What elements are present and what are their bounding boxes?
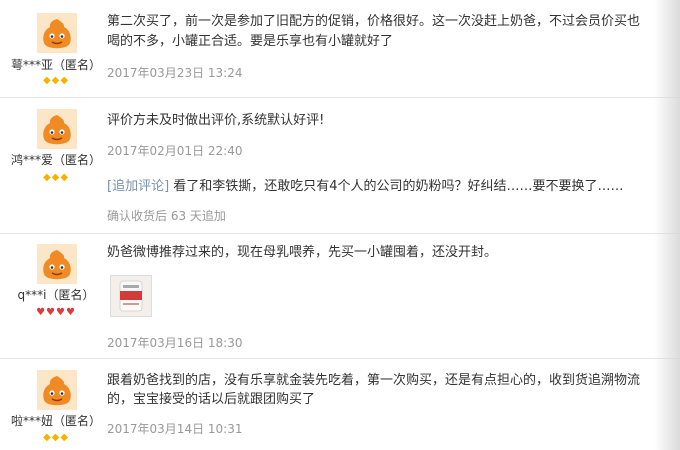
username: q***i（匿名） [17,288,95,302]
append-comment-text: 看了和李铁撕，还敢吃只有4个人的公司的奶粉吗？好纠结……要不要换了…… [169,179,624,194]
review-text: 喝的不多，小罐正合适。要是乐享也有小罐就好了 [107,34,394,49]
avatar-icon[interactable] [37,109,77,149]
review-item: q***i（匿名） ♥♥♥♥ 奶爸微博推荐过来的，现在母乳喂养，先买一小罐囤着，… [0,234,680,359]
review-date: 2017年03月16日 18:30 [107,336,243,350]
member-rank-icon: ♥♥♥♥ [36,307,76,318]
milk-can-image [111,276,151,316]
review-text: 评价方未及时做出评价,系统默认好评! [107,113,325,128]
review-date: 2017年02月01日 22:40 [107,144,243,158]
avatar-icon[interactable] [37,370,77,410]
username: 啦***妞（匿名） [10,414,101,428]
review-text: 跟着奶爸找到的店，没有乐享就金装先吃着，第一次购买，还是有点担心的，收到货追溯物… [107,373,641,388]
member-rank-icon: ◆◆◆ [42,172,70,183]
review-text: 第二次买了，前一次是参加了旧配方的促销，价格很好。这一次没赶上奶爸，不过会员价买… [107,14,641,29]
member-rank-icon: ◆◆◆ [42,432,70,443]
review-item: 啦***妞（匿名） ◆◆◆ 跟着奶爸找到的店，没有乐享就金装先吃着，第一次购买，… [0,359,680,450]
avatar-icon[interactable] [37,13,77,53]
member-rank-icon: ◆◆◆ [42,75,70,86]
username: 鸿***爱（匿名） [10,153,101,167]
username: 萼***亚（匿名） [10,58,101,72]
append-comment-tag: [追加评论] [107,179,170,194]
review-date: 2017年03月23日 13:24 [107,66,243,80]
append-comment: [追加评论] 看了和李铁撕，还敢吃只有4个人的公司的奶粉吗？好纠结……要不要换了… [107,177,624,197]
review-item: 鸿***爱（匿名） ◆◆◆ 评价方未及时做出评价,系统默认好评! 2017年02… [0,98,680,234]
review-item: 萼***亚（匿名） ◆◆◆ 第二次买了，前一次是参加了旧配方的促销，价格很好。这… [0,0,680,98]
review-photo-thumbnail[interactable] [110,275,152,317]
review-date: 2017年03月14日 10:31 [107,422,243,436]
append-time-note: 确认收货后 63 天追加 [107,209,226,223]
review-text: 的，宝宝接受的话以后就跟团购买了 [107,392,316,407]
avatar-icon[interactable] [37,244,77,284]
review-text: 奶爸微博推荐过来的，现在母乳喂养，先买一小罐囤着，还没开封。 [107,245,498,260]
